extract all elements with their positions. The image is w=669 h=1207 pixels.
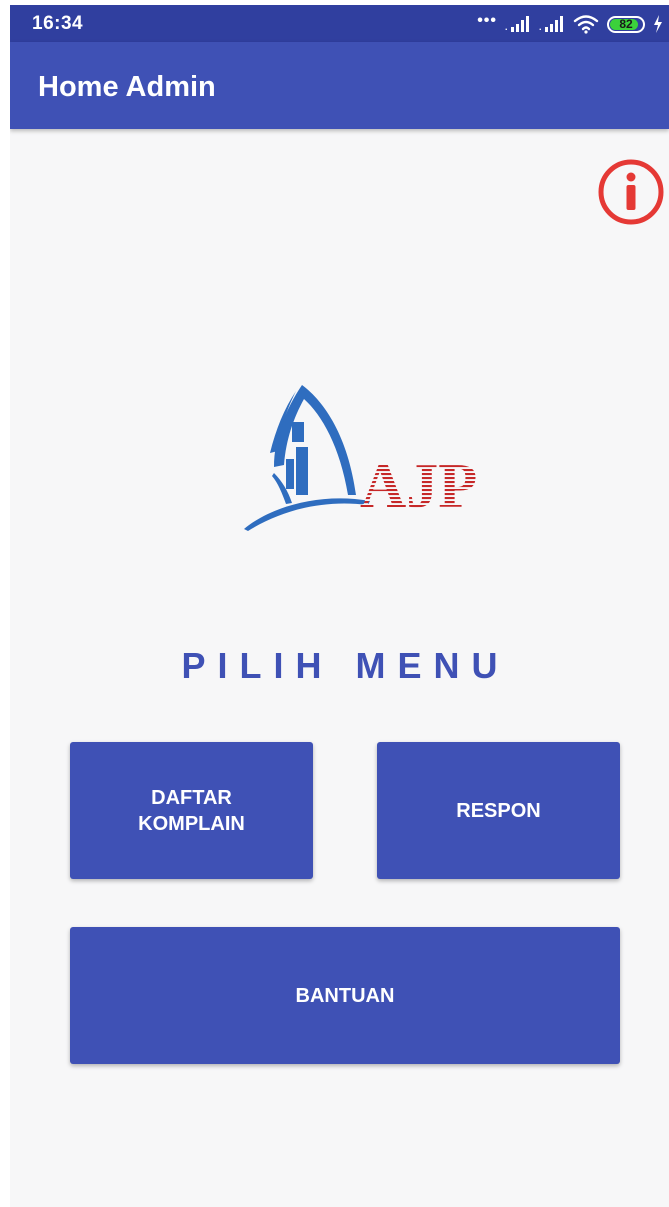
info-icon[interactable] xyxy=(598,159,664,225)
daftar-komplain-button[interactable]: DAFTAR KOMPLAIN xyxy=(70,742,313,879)
battery-icon: 82 xyxy=(607,15,645,33)
bantuan-label: BANTUAN xyxy=(295,984,395,1007)
svg-text:.: . xyxy=(539,22,542,32)
charging-icon xyxy=(654,15,662,33)
respon-label: RESPON xyxy=(456,799,541,822)
menu-heading: PILIH MENU xyxy=(181,645,510,686)
app-screen: 16:34 ••• . . 82 Home Admin AJP PILIH ME… xyxy=(10,5,669,1207)
app-bar: Home Admin xyxy=(10,42,669,129)
status-time: 16:34 xyxy=(32,13,84,34)
status-bar: 16:34 ••• . . 82 xyxy=(10,5,669,42)
bantuan-button[interactable]: BANTUAN xyxy=(70,927,620,1064)
more-notifications-icon: ••• xyxy=(477,12,497,29)
signal-icon: . xyxy=(505,16,529,32)
logo-text: AJP xyxy=(360,450,477,521)
battery-level: 82 xyxy=(619,17,633,31)
daftar-komplain-label: DAFTAR KOMPLAIN xyxy=(138,786,245,835)
wifi-icon xyxy=(573,15,599,34)
page-title: Home Admin xyxy=(38,71,216,103)
status-icons: ••• . . 82 xyxy=(477,13,663,35)
app-logo: AJP xyxy=(244,385,477,531)
signal-icon: . xyxy=(539,16,563,32)
respon-button[interactable]: RESPON xyxy=(377,742,620,879)
svg-text:.: . xyxy=(505,22,508,32)
